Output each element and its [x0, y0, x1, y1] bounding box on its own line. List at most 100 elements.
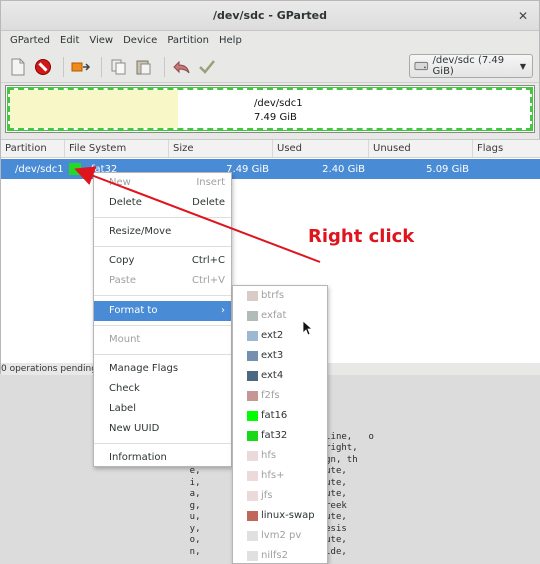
table-row[interactable]: /dev/sdc1 fat32 7.49 GiB 2.40 GiB 5.09 G…	[1, 159, 540, 179]
menu-item-check[interactable]: Check	[94, 379, 231, 399]
format-option-ext4[interactable]: ext4	[233, 366, 327, 386]
menu-item-manage-flags[interactable]: Manage Flags	[94, 359, 231, 379]
filesystem-color-swatch	[247, 311, 258, 321]
format-option-ext3[interactable]: ext3	[233, 346, 327, 366]
menu-gparted[interactable]: GParted	[5, 31, 55, 51]
filesystem-color-swatch	[247, 491, 258, 501]
format-option-fat32[interactable]: fat32	[233, 426, 327, 446]
format-option-label: nilfs2	[261, 550, 288, 561]
format-option-label: ext3	[261, 350, 284, 361]
menu-view[interactable]: View	[84, 31, 118, 51]
chevron-right-icon: ›	[221, 305, 225, 316]
paste-icon[interactable]	[133, 56, 155, 78]
format-option-hfs-[interactable]: hfs+	[233, 466, 327, 486]
filesystem-color-swatch	[247, 471, 258, 481]
apply-icon[interactable]	[196, 56, 218, 78]
menu-bar: GParted Edit View Device Partition Help	[1, 31, 539, 51]
column-used[interactable]: Used	[273, 140, 369, 157]
filesystem-color-swatch	[247, 511, 258, 521]
menu-item-accel: Delete	[192, 197, 225, 208]
format-option-label: hfs+	[261, 470, 285, 481]
menu-device[interactable]: Device	[118, 31, 162, 51]
cell-partition: /dev/sdc1	[15, 163, 64, 175]
column-flags[interactable]: Flags	[473, 140, 540, 157]
format-option-nilfs2[interactable]: nilfs2	[233, 546, 327, 563]
menu-item-resize-move[interactable]: Resize/Move	[94, 222, 231, 242]
menu-item-label-partition[interactable]: Label	[94, 399, 231, 419]
menu-item-paste[interactable]: Paste Ctrl+V	[94, 271, 231, 291]
menu-item-delete[interactable]: Delete Delete	[94, 193, 231, 213]
menu-item-label: Manage Flags	[109, 363, 179, 374]
format-option-label: jfs	[261, 490, 273, 501]
menu-help[interactable]: Help	[214, 31, 247, 51]
chevron-down-icon: ▼	[519, 61, 526, 71]
menu-item-label: New	[109, 177, 131, 188]
menu-item-label: Copy	[109, 255, 135, 266]
disk-map-size: 7.49 GiB	[254, 112, 297, 123]
format-option-jfs[interactable]: jfs	[233, 486, 327, 506]
partition-block[interactable]: /dev/sdc1 7.49 GiB	[7, 87, 533, 131]
resize-move-icon[interactable]	[70, 56, 92, 78]
column-size[interactable]: Size	[169, 140, 273, 157]
filesystem-color-swatch	[69, 163, 81, 175]
menu-item-new-uuid[interactable]: New UUID	[94, 419, 231, 439]
column-filesystem[interactable]: File System	[65, 140, 169, 157]
column-partition[interactable]: Partition	[1, 140, 65, 157]
format-option-lvm2-pv[interactable]: lvm2 pv	[233, 526, 327, 546]
copy-icon[interactable]	[108, 56, 130, 78]
format-option-linux-swap[interactable]: linux-swap	[233, 506, 327, 526]
filesystem-color-swatch	[247, 391, 258, 401]
menu-item-new[interactable]: New Insert	[94, 173, 231, 193]
toolbar-separator	[63, 56, 64, 77]
table-header: Partition File System Size Used Unused F…	[1, 140, 540, 158]
new-icon[interactable]	[7, 56, 29, 78]
menu-separator	[94, 246, 231, 247]
filesystem-color-swatch	[247, 351, 258, 361]
disk-map[interactable]: /dev/sdc1 7.49 GiB	[5, 85, 535, 133]
menu-partition[interactable]: Partition	[162, 31, 214, 51]
format-option-f2fs[interactable]: f2fs	[233, 386, 327, 406]
menu-item-label: Check	[109, 383, 140, 394]
format-option-label: linux-swap	[261, 510, 315, 521]
format-option-fat16[interactable]: fat16	[233, 406, 327, 426]
filesystem-color-swatch	[247, 531, 258, 541]
menu-item-mount[interactable]: Mount	[94, 330, 231, 350]
cell-used: 2.40 GiB	[322, 163, 365, 175]
disk-map-label: /dev/sdc1 7.49 GiB	[254, 97, 303, 125]
device-selector[interactable]: /dev/sdc (7.49 GiB) ▼	[409, 54, 533, 78]
format-option-label: f2fs	[261, 390, 280, 401]
used-space-fill	[10, 90, 178, 128]
toolbar-separator	[164, 56, 165, 77]
menu-item-copy[interactable]: Copy Ctrl+C	[94, 251, 231, 271]
menu-item-label: Paste	[109, 275, 136, 286]
close-icon[interactable]: ✕	[517, 10, 529, 22]
title-bar: /dev/sdc - GParted ✕	[1, 1, 539, 31]
format-option-btrfs[interactable]: btrfs	[233, 286, 327, 306]
menu-edit[interactable]: Edit	[55, 31, 84, 51]
menu-separator	[94, 295, 231, 296]
menu-item-accel: Insert	[196, 177, 225, 188]
filesystem-color-swatch	[247, 451, 258, 461]
device-selector-label: /dev/sdc (7.49 GiB)	[432, 55, 505, 77]
menu-item-information[interactable]: Information	[94, 448, 231, 468]
format-option-label: ext2	[261, 330, 284, 341]
format-option-label: hfs	[261, 450, 277, 461]
menu-separator	[94, 217, 231, 218]
cell-unused: 5.09 GiB	[426, 163, 469, 175]
undo-icon[interactable]	[171, 56, 193, 78]
toolbar: /dev/sdc (7.49 GiB) ▼	[1, 51, 539, 83]
filesystem-color-swatch	[247, 411, 258, 421]
format-option-hfs[interactable]: hfs	[233, 446, 327, 466]
menu-item-label: Label	[109, 403, 136, 414]
format-option-label: exfat	[261, 310, 287, 321]
column-unused[interactable]: Unused	[369, 140, 473, 157]
drive-icon	[414, 61, 429, 71]
menu-separator	[94, 354, 231, 355]
menu-item-accel: Ctrl+V	[191, 275, 225, 286]
filesystem-color-swatch	[247, 371, 258, 381]
menu-separator	[94, 325, 231, 326]
filesystem-color-swatch	[247, 291, 258, 301]
delete-icon[interactable]	[32, 56, 54, 78]
format-option-label: fat32	[261, 430, 288, 441]
menu-item-format-to[interactable]: Format to ›	[94, 301, 231, 321]
